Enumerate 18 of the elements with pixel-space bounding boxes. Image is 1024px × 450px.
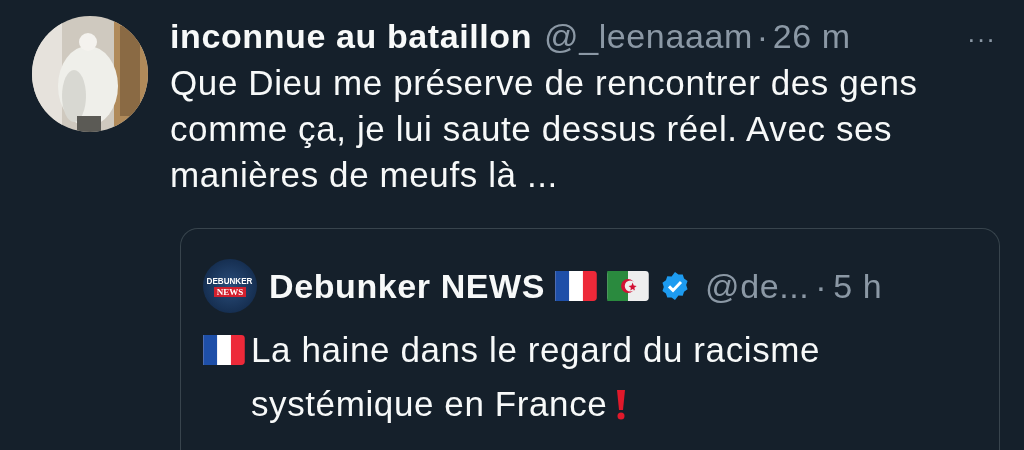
logo-text: DEBUNKER bbox=[207, 275, 253, 286]
separator-dot: · bbox=[815, 266, 828, 306]
display-name[interactable]: Debunker NEWS bbox=[269, 266, 546, 306]
exclamation-icon bbox=[615, 390, 628, 420]
display-name[interactable]: inconnue au bataillon bbox=[170, 16, 533, 56]
timestamp[interactable]: 5 h bbox=[833, 266, 883, 306]
more-options-button[interactable]: ··· bbox=[963, 24, 1000, 55]
quoted-tweet-card[interactable]: DEBUNKER NEWS Debunker NEWS @de... · 5 h La haine dans le regard du racisme systémique en France bbox=[180, 228, 1000, 450]
user-handle[interactable]: @_leenaaam bbox=[544, 16, 753, 56]
user-handle[interactable]: @de... bbox=[705, 266, 810, 306]
separator-dot: · bbox=[756, 16, 769, 56]
france-flag-icon bbox=[555, 271, 598, 301]
timestamp[interactable]: 26 m bbox=[772, 16, 851, 56]
algeria-flag-icon bbox=[607, 271, 650, 301]
france-flag-icon bbox=[203, 335, 245, 365]
tweet-text: Que Dieu me préserve de rencontrer des gens comme ça, je lui saute dessus réel. Avec ses manières de meufs là ... bbox=[170, 62, 919, 196]
logo-label: NEWS bbox=[213, 286, 247, 297]
quoted-tweet-text: La haine dans le regard du racisme systémique en France bbox=[251, 329, 822, 425]
